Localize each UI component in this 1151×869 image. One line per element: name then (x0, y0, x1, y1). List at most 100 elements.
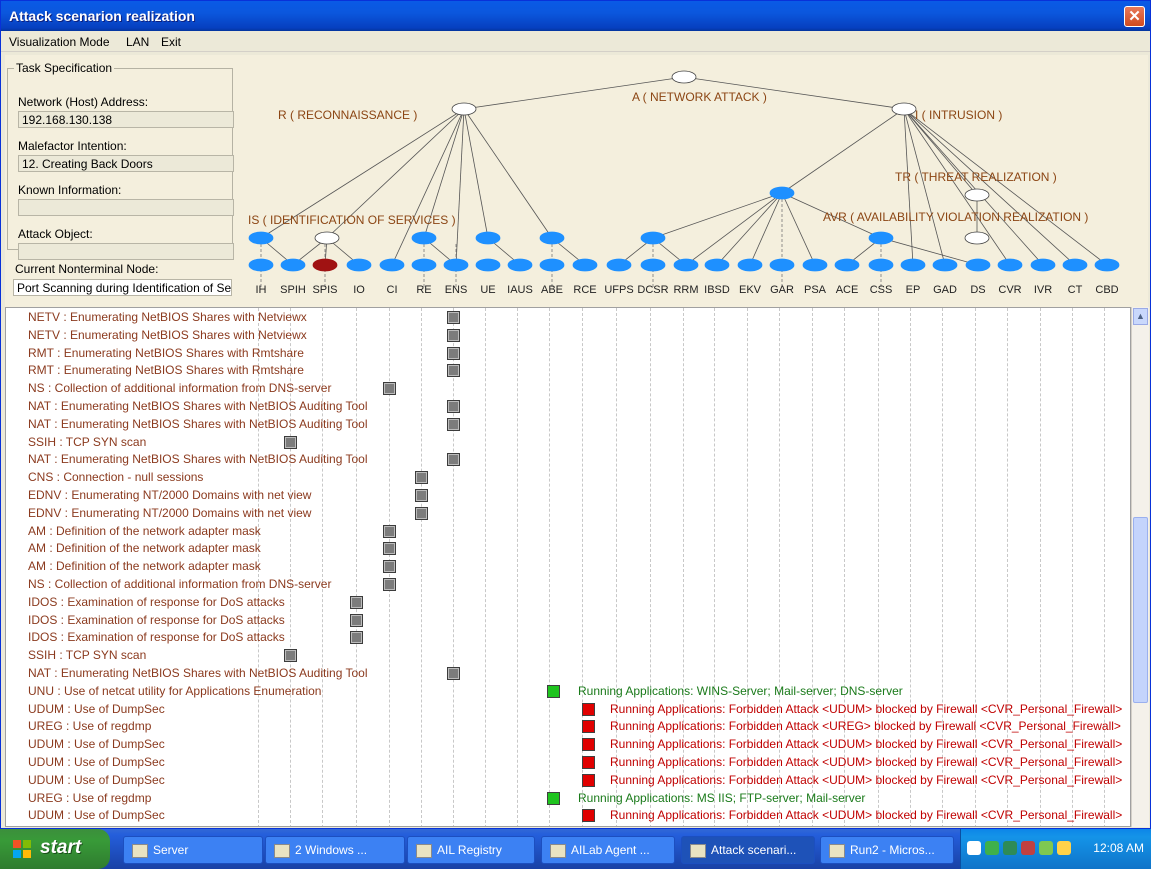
tree-node-ivr[interactable] (1030, 258, 1056, 272)
tree-node-css[interactable] (868, 258, 894, 272)
taskbar-button-ailab-agent[interactable]: AILab Agent ... (541, 836, 675, 864)
tree-node-gar[interactable] (769, 258, 795, 272)
list-item[interactable]: UDUM : Use of DumpSec Running Application… (6, 700, 1130, 718)
list-item[interactable]: SSIH : TCP SYN scan (6, 433, 1130, 451)
close-button[interactable]: ✕ (1124, 6, 1145, 27)
taskbar-button-windows[interactable]: 2 Windows ... (265, 836, 405, 864)
tree-node-gad[interactable] (932, 258, 958, 272)
tree-node-branch[interactable] (640, 231, 666, 245)
list-item-label: AM : Definition of the network adapter m… (28, 523, 261, 538)
list-item[interactable]: UDUM : Use of DumpSec Running Application… (6, 735, 1130, 753)
tree-node-cvr[interactable] (997, 258, 1023, 272)
menu-lan[interactable]: LAN (126, 35, 149, 49)
tree-node-ep[interactable] (900, 258, 926, 272)
list-item[interactable]: EDNV : Enumerating NT/2000 Domains with … (6, 486, 1130, 504)
list-item[interactable]: NS : Collection of additional informatio… (6, 575, 1130, 593)
start-button[interactable]: start (0, 829, 110, 869)
list-item[interactable]: IDOS : Examination of response for DoS a… (6, 611, 1130, 629)
list-item[interactable]: AM : Definition of the network adapter m… (6, 557, 1130, 575)
list-item[interactable]: UDUM : Use of DumpSec Running Application… (6, 806, 1130, 824)
list-item[interactable]: NS : Collection of additional informatio… (6, 379, 1130, 397)
tree-node-abe[interactable] (539, 258, 565, 272)
list-item[interactable]: CNS : Connection - null sessions (6, 468, 1130, 486)
column-label-ep: EP (906, 284, 921, 296)
list-item[interactable]: UDUM : Use of DumpSec Running Application… (6, 753, 1130, 771)
column-label-ct: CT (1068, 284, 1083, 296)
taskbar-button-ail-registry[interactable]: AIL Registry (407, 836, 535, 864)
tree-node-availability[interactable] (964, 231, 990, 245)
list-item[interactable]: IDOS : Examination of response for DoS a… (6, 628, 1130, 646)
tree-node-network-attack[interactable] (671, 70, 697, 84)
tree-node-dcsr[interactable] (640, 258, 666, 272)
list-item[interactable]: UREG : Use of regdmp Running Applications… (6, 789, 1130, 807)
list-item[interactable]: NAT : Enumerating NetBIOS Shares with Ne… (6, 415, 1130, 433)
tree-node-ufps[interactable] (606, 258, 632, 272)
tree-node-iaus[interactable] (507, 258, 533, 272)
list-item[interactable]: UREG : Use of regdmp Running Applications… (6, 717, 1130, 735)
list-item[interactable]: NETV : Enumerating NetBIOS Shares with N… (6, 326, 1130, 344)
taskbar-button-server[interactable]: Server (123, 836, 263, 864)
tree-node-branch[interactable] (769, 186, 795, 200)
list-item[interactable]: RMT : Enumerating NetBIOS Shares with Rm… (6, 344, 1130, 362)
menu-exit[interactable]: Exit (161, 35, 181, 49)
list-item[interactable]: NAT : Enumerating NetBIOS Shares with Ne… (6, 397, 1130, 415)
taskbar-button-run2[interactable]: Run2 - Micros... (820, 836, 954, 864)
list-item[interactable]: UDUM : Use of DumpSec Running Application… (6, 771, 1130, 789)
list-item[interactable]: NETV : Enumerating NetBIOS Shares with N… (6, 308, 1130, 326)
tree-node-re[interactable] (411, 258, 437, 272)
tree-node-cbd[interactable] (1094, 258, 1120, 272)
tree-node-io[interactable] (346, 258, 372, 272)
tray-security-icon[interactable] (1003, 841, 1017, 855)
title-bar[interactable]: Attack scenarion realization ✕ (1, 1, 1150, 31)
tree-node-spih[interactable] (280, 258, 306, 272)
tree-node-ct[interactable] (1062, 258, 1088, 272)
tray-network-icon[interactable] (985, 841, 999, 855)
tree-node-ibsd[interactable] (704, 258, 730, 272)
tree-node-psa[interactable] (802, 258, 828, 272)
scenario-marker (447, 311, 460, 324)
attack-log-list[interactable]: NETV : Enumerating NetBIOS Shares with N… (5, 307, 1131, 827)
tray-antivirus-icon[interactable] (1021, 841, 1035, 855)
scroll-up-icon[interactable]: ▲ (1133, 308, 1148, 325)
list-item[interactable]: EDNV : Enumerating NT/2000 Domains with … (6, 504, 1130, 522)
tray-messenger-icon[interactable] (1057, 841, 1071, 855)
list-item[interactable]: RMT : Enumerating NetBIOS Shares with Rm… (6, 361, 1130, 379)
menu-visualization-mode[interactable]: Visualization Mode (9, 35, 110, 49)
tree-node-branch[interactable] (539, 231, 565, 245)
list-item[interactable]: SSIH : TCP SYN scan (6, 646, 1130, 664)
tree-node-ds[interactable] (965, 258, 991, 272)
tree-node-branch[interactable] (868, 231, 894, 245)
tree-node-rrm[interactable] (673, 258, 699, 272)
tree-node-ens[interactable] (443, 258, 469, 272)
list-item[interactable]: AM : Definition of the network adapter m… (6, 522, 1130, 540)
tree-node-branch[interactable] (411, 231, 437, 245)
tree-node-ace[interactable] (834, 258, 860, 272)
tray-sync-icon[interactable] (1039, 841, 1053, 855)
column-label-dcsr: DCSR (637, 284, 668, 296)
tree-node-branch[interactable] (475, 231, 501, 245)
list-item[interactable]: AM : Definition of the network adapter m… (6, 539, 1130, 557)
vertical-scrollbar[interactable]: ▲ (1131, 307, 1149, 827)
column-label-io: IO (353, 284, 365, 296)
tree-label-threat-realization: TR ( THREAT REALIZATION ) (895, 170, 1057, 184)
tree-node-identification[interactable] (314, 231, 340, 245)
list-item[interactable]: IDOS : Examination of response for DoS a… (6, 593, 1130, 611)
tree-node-ci[interactable] (379, 258, 405, 272)
list-item-label: AM : Definition of the network adapter m… (28, 541, 261, 556)
tree-node-rce[interactable] (572, 258, 598, 272)
list-item[interactable]: NAT : Enumerating NetBIOS Shares with Ne… (6, 664, 1130, 682)
tree-node-intrusion[interactable] (891, 102, 917, 116)
tree-node-reconnaissance[interactable] (451, 102, 477, 116)
tree-node-ih[interactable] (248, 258, 274, 272)
tree-node-branch[interactable] (248, 231, 274, 245)
tree-node-ue[interactable] (475, 258, 501, 272)
list-item[interactable]: UNU : Use of netcat utility for Applicat… (6, 682, 1130, 700)
windows-logo-icon (13, 840, 31, 858)
taskbar-button-attack-scenario[interactable]: Attack scenari... (681, 836, 815, 864)
tray-expand-icon[interactable] (967, 841, 981, 855)
list-item[interactable]: NAT : Enumerating NetBIOS Shares with Ne… (6, 450, 1130, 468)
scroll-thumb[interactable] (1133, 517, 1148, 703)
tree-node-threat-realization[interactable] (964, 188, 990, 202)
tree-node-spis[interactable] (312, 258, 338, 272)
tree-node-ekv[interactable] (737, 258, 763, 272)
